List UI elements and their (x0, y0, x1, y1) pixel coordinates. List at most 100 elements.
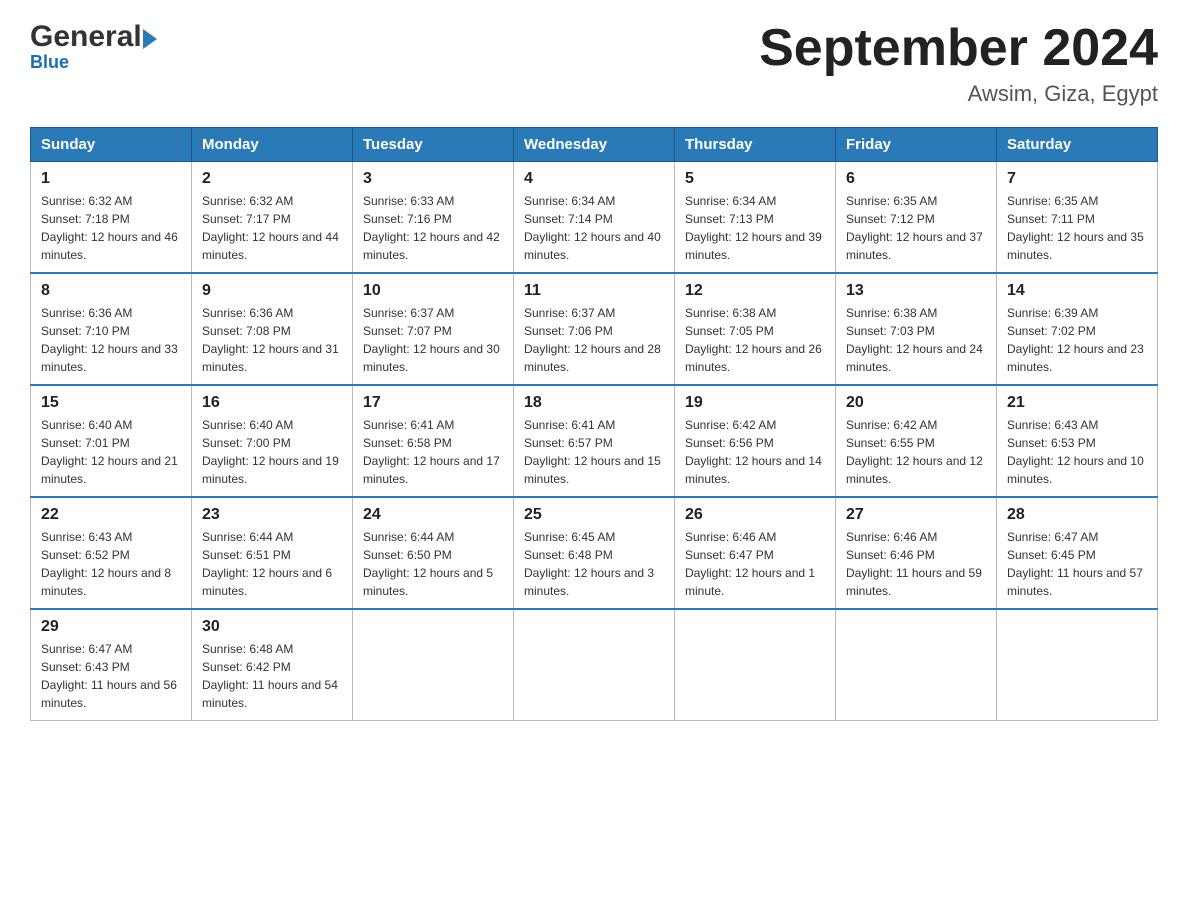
header-thursday: Thursday (675, 128, 836, 162)
table-row: 30 Sunrise: 6:48 AMSunset: 6:42 PMDaylig… (192, 609, 353, 721)
table-row: 12 Sunrise: 6:38 AMSunset: 7:05 PMDaylig… (675, 273, 836, 385)
day-info: Sunrise: 6:46 AMSunset: 6:47 PMDaylight:… (685, 530, 815, 598)
day-info: Sunrise: 6:47 AMSunset: 6:43 PMDaylight:… (41, 642, 177, 710)
table-row: 23 Sunrise: 6:44 AMSunset: 6:51 PMDaylig… (192, 497, 353, 609)
table-row: 13 Sunrise: 6:38 AMSunset: 7:03 PMDaylig… (836, 273, 997, 385)
day-info: Sunrise: 6:33 AMSunset: 7:16 PMDaylight:… (363, 194, 500, 262)
table-row: 25 Sunrise: 6:45 AMSunset: 6:48 PMDaylig… (514, 497, 675, 609)
day-number: 27 (846, 506, 986, 524)
day-info: Sunrise: 6:42 AMSunset: 6:56 PMDaylight:… (685, 418, 822, 486)
day-info: Sunrise: 6:32 AMSunset: 7:17 PMDaylight:… (202, 194, 339, 262)
day-info: Sunrise: 6:44 AMSunset: 6:50 PMDaylight:… (363, 530, 493, 598)
header-friday: Friday (836, 128, 997, 162)
day-info: Sunrise: 6:34 AMSunset: 7:13 PMDaylight:… (685, 194, 822, 262)
table-row: 15 Sunrise: 6:40 AMSunset: 7:01 PMDaylig… (31, 385, 192, 497)
day-info: Sunrise: 6:43 AMSunset: 6:53 PMDaylight:… (1007, 418, 1144, 486)
day-info: Sunrise: 6:32 AMSunset: 7:18 PMDaylight:… (41, 194, 178, 262)
table-row: 11 Sunrise: 6:37 AMSunset: 7:06 PMDaylig… (514, 273, 675, 385)
table-row: 2 Sunrise: 6:32 AMSunset: 7:17 PMDayligh… (192, 162, 353, 274)
table-row: 6 Sunrise: 6:35 AMSunset: 7:12 PMDayligh… (836, 162, 997, 274)
day-info: Sunrise: 6:40 AMSunset: 7:00 PMDaylight:… (202, 418, 339, 486)
day-number: 7 (1007, 170, 1147, 188)
day-number: 17 (363, 394, 503, 412)
table-row: 24 Sunrise: 6:44 AMSunset: 6:50 PMDaylig… (353, 497, 514, 609)
table-row: 28 Sunrise: 6:47 AMSunset: 6:45 PMDaylig… (997, 497, 1158, 609)
day-number: 21 (1007, 394, 1147, 412)
day-number: 14 (1007, 282, 1147, 300)
header-sunday: Sunday (31, 128, 192, 162)
month-title: September 2024 (759, 20, 1158, 77)
table-row: 1 Sunrise: 6:32 AMSunset: 7:18 PMDayligh… (31, 162, 192, 274)
day-number: 15 (41, 394, 181, 412)
day-number: 11 (524, 282, 664, 300)
day-info: Sunrise: 6:48 AMSunset: 6:42 PMDaylight:… (202, 642, 338, 710)
logo: General Blue (30, 20, 157, 73)
day-number: 8 (41, 282, 181, 300)
page-header: General Blue September 2024 Awsim, Giza,… (30, 20, 1158, 107)
day-info: Sunrise: 6:42 AMSunset: 6:55 PMDaylight:… (846, 418, 983, 486)
day-info: Sunrise: 6:35 AMSunset: 7:12 PMDaylight:… (846, 194, 983, 262)
day-info: Sunrise: 6:47 AMSunset: 6:45 PMDaylight:… (1007, 530, 1143, 598)
table-row: 10 Sunrise: 6:37 AMSunset: 7:07 PMDaylig… (353, 273, 514, 385)
day-info: Sunrise: 6:43 AMSunset: 6:52 PMDaylight:… (41, 530, 171, 598)
day-info: Sunrise: 6:44 AMSunset: 6:51 PMDaylight:… (202, 530, 332, 598)
day-info: Sunrise: 6:41 AMSunset: 6:58 PMDaylight:… (363, 418, 500, 486)
day-number: 19 (685, 394, 825, 412)
logo-general-text: General (30, 20, 142, 54)
day-number: 29 (41, 618, 181, 636)
day-number: 4 (524, 170, 664, 188)
day-info: Sunrise: 6:36 AMSunset: 7:10 PMDaylight:… (41, 306, 178, 374)
table-row: 14 Sunrise: 6:39 AMSunset: 7:02 PMDaylig… (997, 273, 1158, 385)
table-row: 3 Sunrise: 6:33 AMSunset: 7:16 PMDayligh… (353, 162, 514, 274)
logo-arrow-icon (143, 29, 157, 49)
table-row (514, 609, 675, 721)
table-row (675, 609, 836, 721)
day-info: Sunrise: 6:40 AMSunset: 7:01 PMDaylight:… (41, 418, 178, 486)
table-row: 29 Sunrise: 6:47 AMSunset: 6:43 PMDaylig… (31, 609, 192, 721)
table-row: 9 Sunrise: 6:36 AMSunset: 7:08 PMDayligh… (192, 273, 353, 385)
header-monday: Monday (192, 128, 353, 162)
day-info: Sunrise: 6:38 AMSunset: 7:05 PMDaylight:… (685, 306, 822, 374)
day-info: Sunrise: 6:36 AMSunset: 7:08 PMDaylight:… (202, 306, 339, 374)
table-row (997, 609, 1158, 721)
day-info: Sunrise: 6:41 AMSunset: 6:57 PMDaylight:… (524, 418, 661, 486)
day-number: 9 (202, 282, 342, 300)
table-row: 22 Sunrise: 6:43 AMSunset: 6:52 PMDaylig… (31, 497, 192, 609)
day-info: Sunrise: 6:35 AMSunset: 7:11 PMDaylight:… (1007, 194, 1144, 262)
day-number: 24 (363, 506, 503, 524)
day-number: 30 (202, 618, 342, 636)
table-row (836, 609, 997, 721)
day-number: 5 (685, 170, 825, 188)
day-number: 20 (846, 394, 986, 412)
day-info: Sunrise: 6:34 AMSunset: 7:14 PMDaylight:… (524, 194, 661, 262)
table-row: 8 Sunrise: 6:36 AMSunset: 7:10 PMDayligh… (31, 273, 192, 385)
table-row: 7 Sunrise: 6:35 AMSunset: 7:11 PMDayligh… (997, 162, 1158, 274)
day-number: 25 (524, 506, 664, 524)
table-row: 4 Sunrise: 6:34 AMSunset: 7:14 PMDayligh… (514, 162, 675, 274)
day-info: Sunrise: 6:46 AMSunset: 6:46 PMDaylight:… (846, 530, 982, 598)
day-info: Sunrise: 6:38 AMSunset: 7:03 PMDaylight:… (846, 306, 983, 374)
table-row: 26 Sunrise: 6:46 AMSunset: 6:47 PMDaylig… (675, 497, 836, 609)
day-info: Sunrise: 6:45 AMSunset: 6:48 PMDaylight:… (524, 530, 654, 598)
table-row: 17 Sunrise: 6:41 AMSunset: 6:58 PMDaylig… (353, 385, 514, 497)
header-tuesday: Tuesday (353, 128, 514, 162)
day-number: 23 (202, 506, 342, 524)
day-number: 3 (363, 170, 503, 188)
day-number: 13 (846, 282, 986, 300)
calendar-table: Sunday Monday Tuesday Wednesday Thursday… (30, 127, 1158, 721)
day-number: 26 (685, 506, 825, 524)
table-row: 5 Sunrise: 6:34 AMSunset: 7:13 PMDayligh… (675, 162, 836, 274)
table-row: 18 Sunrise: 6:41 AMSunset: 6:57 PMDaylig… (514, 385, 675, 497)
location-label: Awsim, Giza, Egypt (759, 81, 1158, 107)
day-info: Sunrise: 6:37 AMSunset: 7:06 PMDaylight:… (524, 306, 661, 374)
day-number: 28 (1007, 506, 1147, 524)
logo-blue-text: Blue (30, 52, 69, 73)
day-info: Sunrise: 6:37 AMSunset: 7:07 PMDaylight:… (363, 306, 500, 374)
table-row: 16 Sunrise: 6:40 AMSunset: 7:00 PMDaylig… (192, 385, 353, 497)
header-wednesday: Wednesday (514, 128, 675, 162)
day-number: 12 (685, 282, 825, 300)
table-row: 20 Sunrise: 6:42 AMSunset: 6:55 PMDaylig… (836, 385, 997, 497)
day-number: 10 (363, 282, 503, 300)
day-number: 18 (524, 394, 664, 412)
day-info: Sunrise: 6:39 AMSunset: 7:02 PMDaylight:… (1007, 306, 1144, 374)
